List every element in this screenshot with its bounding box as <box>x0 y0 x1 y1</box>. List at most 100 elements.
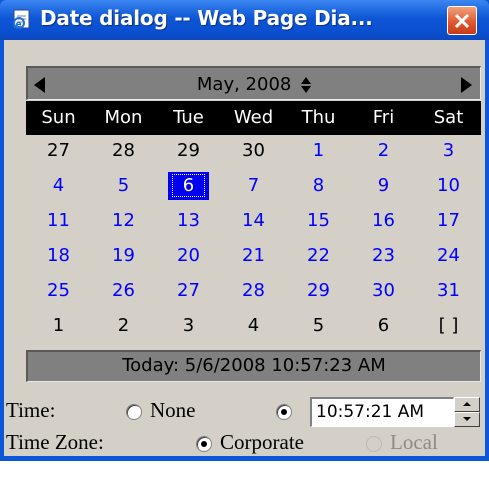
day-number: 14 <box>242 210 265 231</box>
calendar-day[interactable]: 30 <box>351 276 416 306</box>
calendar-day[interactable]: 28 <box>91 136 156 166</box>
calendar-day[interactable]: 4 <box>26 171 91 201</box>
weekday-sun: Sun <box>41 107 76 128</box>
calendar-day[interactable]: 7 <box>221 171 286 201</box>
calendar-day[interactable]: 18 <box>26 241 91 271</box>
day-number: 29 <box>177 140 200 161</box>
day-number: 24 <box>437 245 460 266</box>
time-input[interactable]: 10:57:21 AM <box>310 397 454 427</box>
clear-date-button[interactable]: [ ] <box>416 311 481 341</box>
selected-day[interactable]: 6 <box>168 172 209 200</box>
up-down-arrows-icon[interactable] <box>301 77 312 93</box>
day-number: 7 <box>247 175 260 196</box>
day-number: 22 <box>307 245 330 266</box>
calendar-day[interactable]: 4 <box>221 311 286 341</box>
day-number: 29 <box>307 280 330 301</box>
day-number: 23 <box>372 245 395 266</box>
time-spin-down[interactable] <box>454 412 480 427</box>
day-number: 17 <box>437 210 460 231</box>
calendar-day[interactable]: 5 <box>91 171 156 201</box>
calendar-day[interactable]: 15 <box>286 206 351 236</box>
calendar-day[interactable]: 29 <box>156 136 221 166</box>
calendar-day[interactable]: 11 <box>26 206 91 236</box>
time-none-radio[interactable] <box>126 404 142 420</box>
day-number: 13 <box>177 210 200 231</box>
day-number: 5 <box>312 315 325 336</box>
calendar-day[interactable]: 9 <box>351 171 416 201</box>
day-number: 31 <box>437 280 460 301</box>
calendar-content: May, 2008 Sun Mon Tue Wed Thu Fri Sat 27 28 29 30… <box>0 0 489 480</box>
day-number: 4 <box>247 315 260 336</box>
day-number: 4 <box>52 175 65 196</box>
calendar-day[interactable]: 24 <box>416 241 481 271</box>
day-number: 5 <box>117 175 130 196</box>
day-number: 3 <box>182 315 195 336</box>
calendar-day[interactable]: 28 <box>221 276 286 306</box>
calendar-day[interactable]: 12 <box>91 206 156 236</box>
day-number: 11 <box>47 210 70 231</box>
calendar-day[interactable]: 31 <box>416 276 481 306</box>
day-number: 21 <box>242 245 265 266</box>
calendar-day[interactable]: 14 <box>221 206 286 236</box>
month-navigation: May, 2008 <box>26 66 481 100</box>
calendar-day[interactable]: 1 <box>26 311 91 341</box>
day-number: 12 <box>112 210 135 231</box>
weekday-wed: Wed <box>233 107 274 128</box>
calendar-day[interactable]: 22 <box>286 241 351 271</box>
day-number: 27 <box>47 140 70 161</box>
month-year-label[interactable]: May, 2008 <box>197 74 291 95</box>
calendar-day[interactable]: 21 <box>221 241 286 271</box>
day-number: 6 <box>377 315 390 336</box>
day-number: 1 <box>312 140 325 161</box>
calendar-day[interactable]: 25 <box>26 276 91 306</box>
day-number: 9 <box>377 175 390 196</box>
day-number: 8 <box>312 175 325 196</box>
calendar-day[interactable]: 8 <box>286 171 351 201</box>
calendar-day[interactable]: 27 <box>156 276 221 306</box>
weekday-sat: Sat <box>433 107 464 128</box>
day-number: 25 <box>47 280 70 301</box>
calendar-day[interactable]: 27 <box>26 136 91 166</box>
calendar-day[interactable]: 29 <box>286 276 351 306</box>
calendar-day[interactable]: 2 <box>351 136 416 166</box>
day-number: 10 <box>437 175 460 196</box>
time-none-label[interactable]: None <box>150 398 196 423</box>
day-number: 18 <box>47 245 70 266</box>
calendar-day[interactable]: 3 <box>156 311 221 341</box>
timezone-local-radio <box>366 436 382 452</box>
calendar-day[interactable]: 16 <box>351 206 416 236</box>
today-bar[interactable]: Today: 5/6/2008 10:57:23 AM <box>26 350 481 382</box>
day-number: 1 <box>52 315 65 336</box>
timezone-corporate-label[interactable]: Corporate <box>220 430 304 455</box>
calendar-day[interactable]: 13 <box>156 206 221 236</box>
calendar-day[interactable]: 1 <box>286 136 351 166</box>
day-number: 2 <box>117 315 130 336</box>
day-number: 19 <box>112 245 135 266</box>
day-number: [ ] <box>438 315 459 336</box>
time-spin-up[interactable] <box>454 397 480 412</box>
calendar-day[interactable]: 23 <box>351 241 416 271</box>
calendar-day[interactable]: 19 <box>91 241 156 271</box>
weekday-thu: Thu <box>301 107 336 128</box>
calendar-day[interactable]: 10 <box>416 171 481 201</box>
timezone-local-label: Local <box>390 430 438 454</box>
day-number: 26 <box>112 280 135 301</box>
calendar-day[interactable]: 17 <box>416 206 481 236</box>
triangle-right-icon[interactable] <box>461 77 472 93</box>
weekday-fri: Fri <box>372 107 395 128</box>
calendar-day[interactable]: 20 <box>156 241 221 271</box>
day-number: 27 <box>177 280 200 301</box>
calendar-day[interactable]: 26 <box>91 276 156 306</box>
calendar-day[interactable]: 3 <box>416 136 481 166</box>
time-value-radio[interactable] <box>276 404 292 420</box>
day-number: 2 <box>377 140 390 161</box>
calendar-day[interactable]: 2 <box>91 311 156 341</box>
weekday-header: Sun Mon Tue Wed Thu Fri Sat <box>26 101 481 135</box>
calendar-day[interactable]: 30 <box>221 136 286 166</box>
weekday-tue: Tue <box>173 107 204 128</box>
calendar-day[interactable]: 5 <box>286 311 351 341</box>
timezone-corporate-radio[interactable] <box>196 436 212 452</box>
calendar-day[interactable]: 6 <box>351 311 416 341</box>
day-number: 15 <box>307 210 330 231</box>
day-number: 30 <box>242 140 265 161</box>
